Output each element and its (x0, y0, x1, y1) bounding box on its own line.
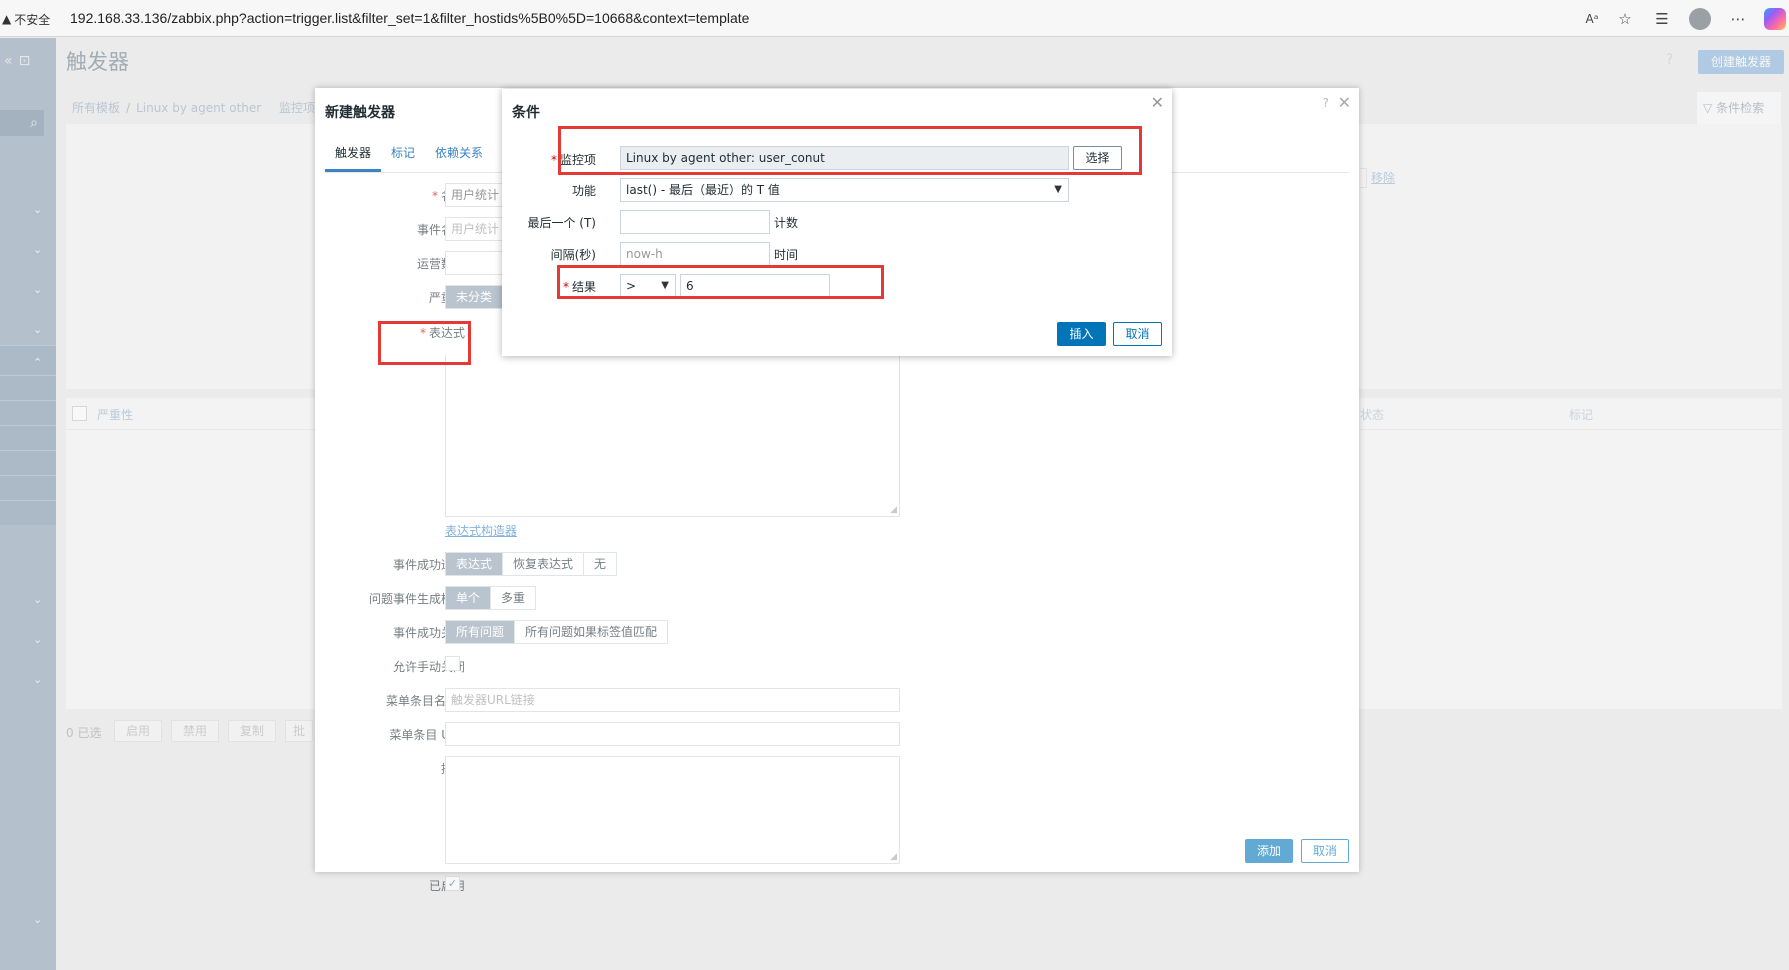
more-menu-icon[interactable]: ⋯ (1727, 8, 1749, 30)
last-input[interactable] (620, 210, 770, 234)
menu-name-label: 菜单条目名? (265, 692, 465, 709)
dialog-title: 新建触发器 (325, 105, 395, 121)
problem-mode-option[interactable]: 多重 (491, 587, 536, 609)
cancel-button[interactable]: 取消 (1301, 839, 1349, 863)
tab-trigger[interactable]: 触发器 (325, 144, 382, 172)
expression-textarea[interactable]: ◢ (445, 355, 900, 517)
enabled-label: 已启用 (265, 877, 465, 894)
problem-mode-option[interactable]: 单个 (446, 587, 492, 609)
ok-event-option[interactable]: 无 (584, 553, 617, 575)
ok-close-label: 事件成功关闭 (392, 626, 465, 640)
function-label: 功能 (571, 184, 596, 198)
expression-highlight (378, 321, 471, 365)
ok-event-label: 事件成功迭代 (392, 558, 465, 572)
ok-close-selector: 所有问题 所有问题如果标签值匹配 (445, 620, 669, 644)
ok-close-option[interactable]: 所有问题如果标签值匹配 (515, 621, 668, 643)
copilot-icon[interactable] (1764, 8, 1786, 30)
ok-event-selector: 表达式 恢复表达式 无 (445, 552, 618, 576)
close-icon[interactable]: ✕ (1338, 93, 1351, 112)
menu-url-input[interactable] (445, 722, 900, 746)
description-textarea[interactable]: ◢ (445, 756, 900, 864)
problem-mode-label: 问题事件生成模式 (368, 592, 465, 606)
name-label: *名称 (431, 189, 465, 203)
last-suffix: 计数 (774, 216, 799, 230)
tab-bar: 触发器 标记 依赖关系 (325, 144, 493, 172)
ok-event-option[interactable]: 恢复表达式 (503, 553, 585, 575)
profile-avatar[interactable] (1689, 8, 1711, 30)
dialog-title: 条件 (512, 105, 540, 121)
shift-suffix: 时间 (774, 248, 799, 262)
result-highlight (557, 265, 884, 299)
close-icon[interactable]: ✕ (1151, 93, 1164, 112)
shift-label: 间隔(秒) (550, 248, 596, 262)
menu-url-label: 菜单条目 URL (389, 728, 465, 742)
warning-icon: ▲ (2, 12, 12, 26)
security-label: 不安全 (14, 12, 51, 27)
insert-button[interactable]: 插入 (1057, 322, 1106, 346)
favorite-star-icon[interactable]: ☆ (1614, 8, 1636, 30)
description-label: 描述 (265, 760, 465, 777)
cancel-button[interactable]: 取消 (1113, 322, 1162, 346)
manual-close-label: 允许手动关闭 (392, 660, 465, 674)
ok-event-option[interactable]: 表达式 (446, 553, 504, 575)
manual-close-checkbox[interactable] (445, 656, 460, 671)
add-button[interactable]: 添加 (1245, 839, 1293, 863)
security-indicator[interactable]: ▲ 不安全 (2, 9, 50, 29)
event-name-label: 事件名称 (416, 223, 465, 237)
function-select[interactable]: last() - 最后（最近）的 T 值 ▼ (620, 178, 1069, 202)
condition-dialog: 条件 ✕ * 监控项 Linux by agent other: user_con… (502, 89, 1172, 356)
problem-mode-selector: 单个 多重 (445, 586, 537, 610)
read-aloud-icon[interactable]: Aᵃ (1581, 8, 1603, 30)
enabled-checkbox[interactable]: ✓ (445, 876, 460, 891)
tab-tags[interactable]: 标记 (381, 144, 425, 172)
expression-builder-link[interactable]: 表达式构造器 (445, 522, 517, 539)
ok-close-option[interactable]: 所有问题 (446, 621, 516, 643)
address-bar[interactable]: 192.168.33.136/zabbix.php?action=trigger… (70, 10, 749, 26)
browser-toolbar: ▲ 不安全 192.168.33.136/zabbix.php?action=t… (0, 0, 1789, 37)
opdata-label: 运营数据 (416, 257, 465, 271)
favorites-list-icon[interactable]: ☰ (1651, 8, 1673, 30)
item-highlight (558, 126, 1142, 175)
menu-name-input[interactable]: 触发器URL链接 (445, 688, 900, 712)
chevron-down-icon: ▼ (1054, 184, 1062, 195)
severity-label: 严重性 (265, 289, 465, 306)
shift-input[interactable]: now-h (620, 242, 770, 266)
tab-dependencies[interactable]: 依赖关系 (425, 144, 493, 172)
help-icon[interactable]: ? (1323, 96, 1329, 110)
last-label: 最后一个 (T) (527, 216, 596, 230)
